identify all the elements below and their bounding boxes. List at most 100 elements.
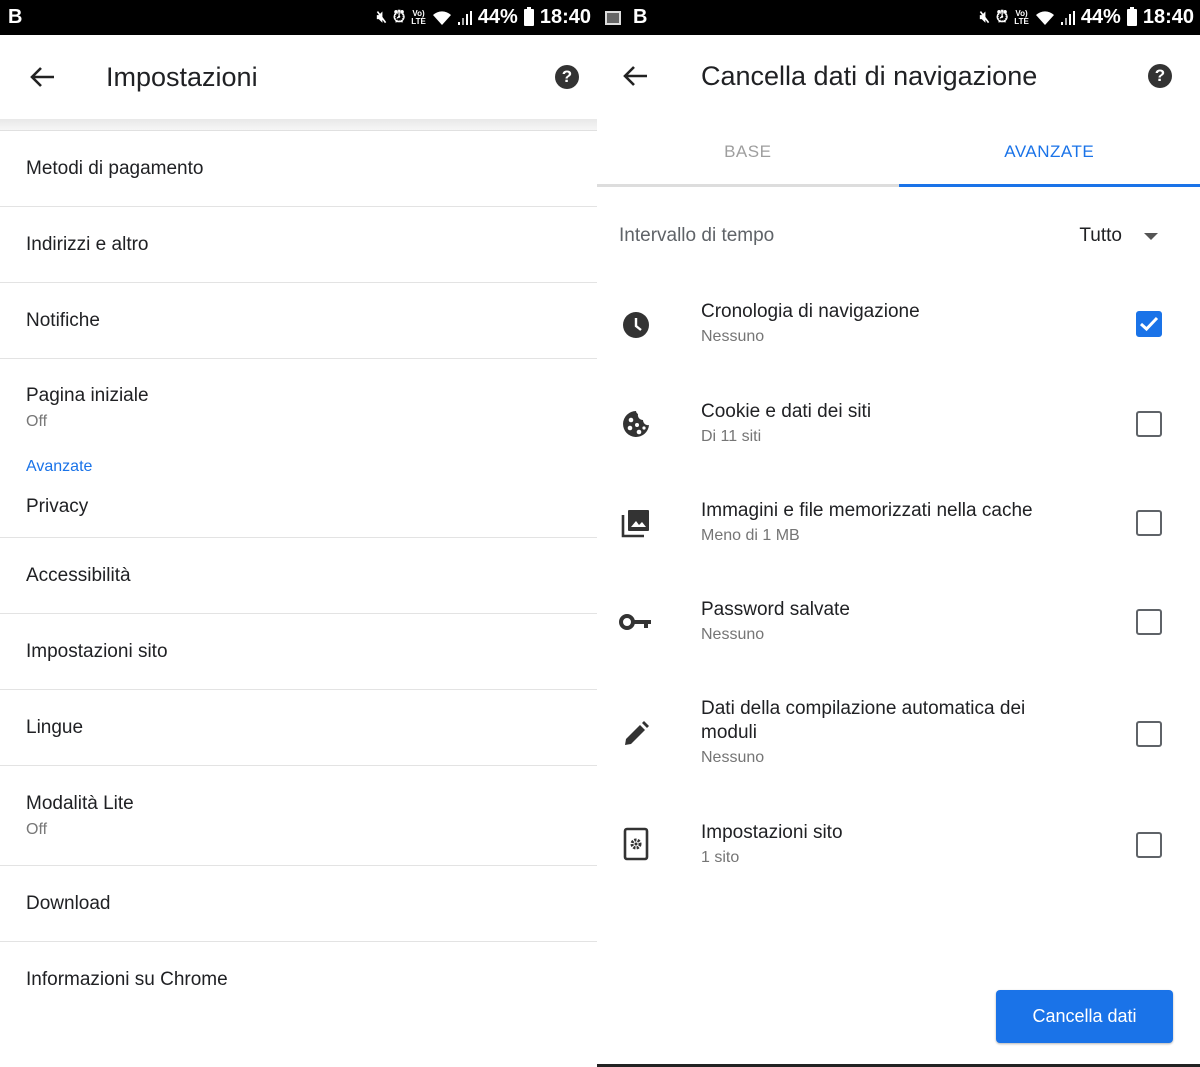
checkbox-history[interactable] — [1136, 311, 1162, 337]
item-label: Indirizzi e altro — [26, 233, 149, 255]
item-sublabel: Nessuno — [701, 328, 765, 345]
settings-item-languages[interactable]: Lingue — [0, 690, 597, 766]
settings-list: Metodi di pagamento Indirizzi e altro No… — [0, 131, 597, 1018]
settings-item-homepage[interactable]: Pagina iniziale Off — [0, 359, 597, 459]
time-range-row: Intervallo di tempo Tutto — [597, 210, 1200, 262]
item-sublabel: Meno di 1 MB — [701, 527, 800, 544]
time-range-value: Tutto — [1079, 225, 1122, 246]
settings-item-payment-methods[interactable]: Metodi di pagamento — [0, 131, 597, 207]
tab-basic[interactable]: BASE — [597, 119, 899, 184]
image-icon — [619, 506, 653, 540]
item-label: Download — [26, 892, 111, 914]
settings-item-about-chrome[interactable]: Informazioni su Chrome — [0, 942, 597, 1018]
checkbox-cookies[interactable] — [1136, 411, 1162, 437]
checkbox-autofill[interactable] — [1136, 721, 1162, 747]
help-button[interactable]: ? — [1148, 64, 1172, 88]
clear-data-button[interactable]: Cancella dati — [996, 990, 1173, 1043]
item-label: Accessibilità — [26, 564, 131, 586]
arrow-left-icon — [30, 67, 54, 87]
item-label: Cronologia di navigazione — [701, 301, 920, 322]
section-header-advanced: Avanzate — [26, 458, 93, 475]
item-label: Informazioni su Chrome — [26, 969, 228, 990]
time-range-dropdown[interactable]: Tutto — [1079, 225, 1158, 247]
checkbox-site-settings[interactable] — [1136, 832, 1162, 858]
clear-item-passwords[interactable]: Password salvate Nessuno — [597, 598, 1200, 658]
divider — [0, 119, 597, 131]
item-label: Modalità Lite — [26, 792, 134, 814]
volte-icon: Vo) LTE — [1014, 8, 1029, 26]
item-sublabel: Nessuno — [701, 749, 765, 766]
image-notification-icon — [605, 10, 621, 25]
mute-icon: 🔇︎ — [979, 8, 990, 26]
item-sublabel: Nessuno — [701, 626, 765, 643]
clear-item-site-settings[interactable]: Impostazioni sito 1 sito — [597, 821, 1200, 881]
tab-bar: BASE AVANZATE — [597, 119, 1200, 187]
item-sublabel: 1 sito — [701, 849, 740, 866]
item-sublabel: Off — [26, 413, 48, 430]
alarm-icon: ⏰︎ — [392, 8, 406, 26]
item-label: Impostazioni sito — [26, 640, 168, 662]
checkbox-cache[interactable] — [1136, 510, 1162, 536]
settings-item-notifications[interactable]: Notifiche — [0, 283, 597, 359]
dropdown-caret-icon — [1144, 232, 1158, 240]
item-sublabel: Di 11 siti — [701, 428, 762, 445]
settings-item-site-settings[interactable]: Impostazioni sito — [0, 614, 597, 690]
battery-icon — [1126, 7, 1137, 26]
item-label: Impostazioni sito — [701, 822, 843, 843]
battery-percent: 44% — [477, 6, 518, 28]
settings-item-addresses[interactable]: Indirizzi e altro — [0, 207, 597, 283]
settings-item-downloads[interactable]: Download — [0, 866, 597, 942]
mute-icon: 🔇︎ — [376, 8, 387, 26]
app-bar: Cancella dati di navigazione ? — [597, 35, 1200, 117]
checkbox-passwords[interactable] — [1136, 609, 1162, 635]
help-button[interactable]: ? — [555, 65, 579, 89]
clear-browsing-data-screen: B 🔇︎ ⏰︎ Vo) LTE 44% 18:40 Cancella dati d… — [597, 0, 1200, 1067]
settings-item-accessibility[interactable]: Accessibilità — [0, 538, 597, 614]
tab-advanced[interactable]: AVANZATE — [898, 119, 1200, 187]
clear-item-autofill[interactable]: Dati della compilazione automatica dei m… — [597, 697, 1200, 781]
item-label: Metodi di pagamento — [26, 157, 204, 179]
page-title: Impostazioni — [106, 61, 258, 92]
battery-icon — [523, 7, 534, 26]
status-bar: B 🔇︎ ⏰︎ Vo) LTE 44% 18:40 — [0, 0, 597, 35]
item-label: Immagini e file memorizzati nella cache — [701, 500, 1033, 521]
wifi-icon — [432, 10, 452, 26]
item-label: Lingue — [26, 716, 84, 738]
alarm-icon: ⏰︎ — [995, 8, 1009, 26]
site-settings-icon — [619, 827, 653, 861]
item-label: Notifiche — [26, 309, 100, 331]
settings-item-privacy[interactable]: Privacy — [0, 476, 597, 538]
cookie-icon — [619, 407, 653, 441]
arrow-left-icon — [623, 66, 647, 86]
app-notification-letter: B — [8, 6, 23, 28]
app-bar: Impostazioni ? — [0, 35, 597, 119]
settings-screen: B 🔇︎ ⏰︎ Vo) LTE 44% 18:40 Impostazioni ? … — [0, 0, 597, 1067]
wifi-icon — [1035, 10, 1055, 26]
item-label: Pagina iniziale — [26, 385, 149, 406]
signal-icon — [1060, 10, 1075, 25]
settings-item-lite-mode[interactable]: Modalità Lite Off — [0, 766, 597, 866]
back-button[interactable] — [621, 61, 651, 91]
help-icon: ? — [561, 67, 573, 86]
clock-icon — [619, 308, 653, 342]
battery-percent: 44% — [1080, 6, 1121, 28]
back-button[interactable] — [28, 62, 58, 92]
volte-icon: Vo) LTE — [411, 8, 426, 26]
item-label: Password salvate — [701, 599, 850, 620]
clear-item-cookies[interactable]: Cookie e dati dei siti Di 11 siti — [597, 400, 1200, 460]
clock-time: 18:40 — [539, 6, 591, 28]
clock-time: 18:40 — [1142, 6, 1194, 28]
clear-item-history[interactable]: Cronologia di navigazione Nessuno — [597, 300, 1200, 360]
time-range-label: Intervallo di tempo — [619, 225, 775, 246]
clear-item-cache[interactable]: Immagini e file memorizzati nella cache … — [597, 499, 1200, 559]
check-icon — [1139, 316, 1159, 332]
pencil-icon — [619, 717, 653, 751]
signal-icon — [457, 10, 472, 25]
key-icon — [619, 605, 653, 639]
item-label: Cookie e dati dei siti — [701, 401, 872, 422]
item-label: Dati della compilazione automatica dei m… — [701, 698, 1026, 743]
page-title: Cancella dati di navigazione — [701, 60, 1038, 91]
app-notification-letter: B — [633, 6, 648, 28]
help-icon: ? — [1154, 66, 1166, 85]
item-sublabel: Off — [26, 820, 48, 838]
